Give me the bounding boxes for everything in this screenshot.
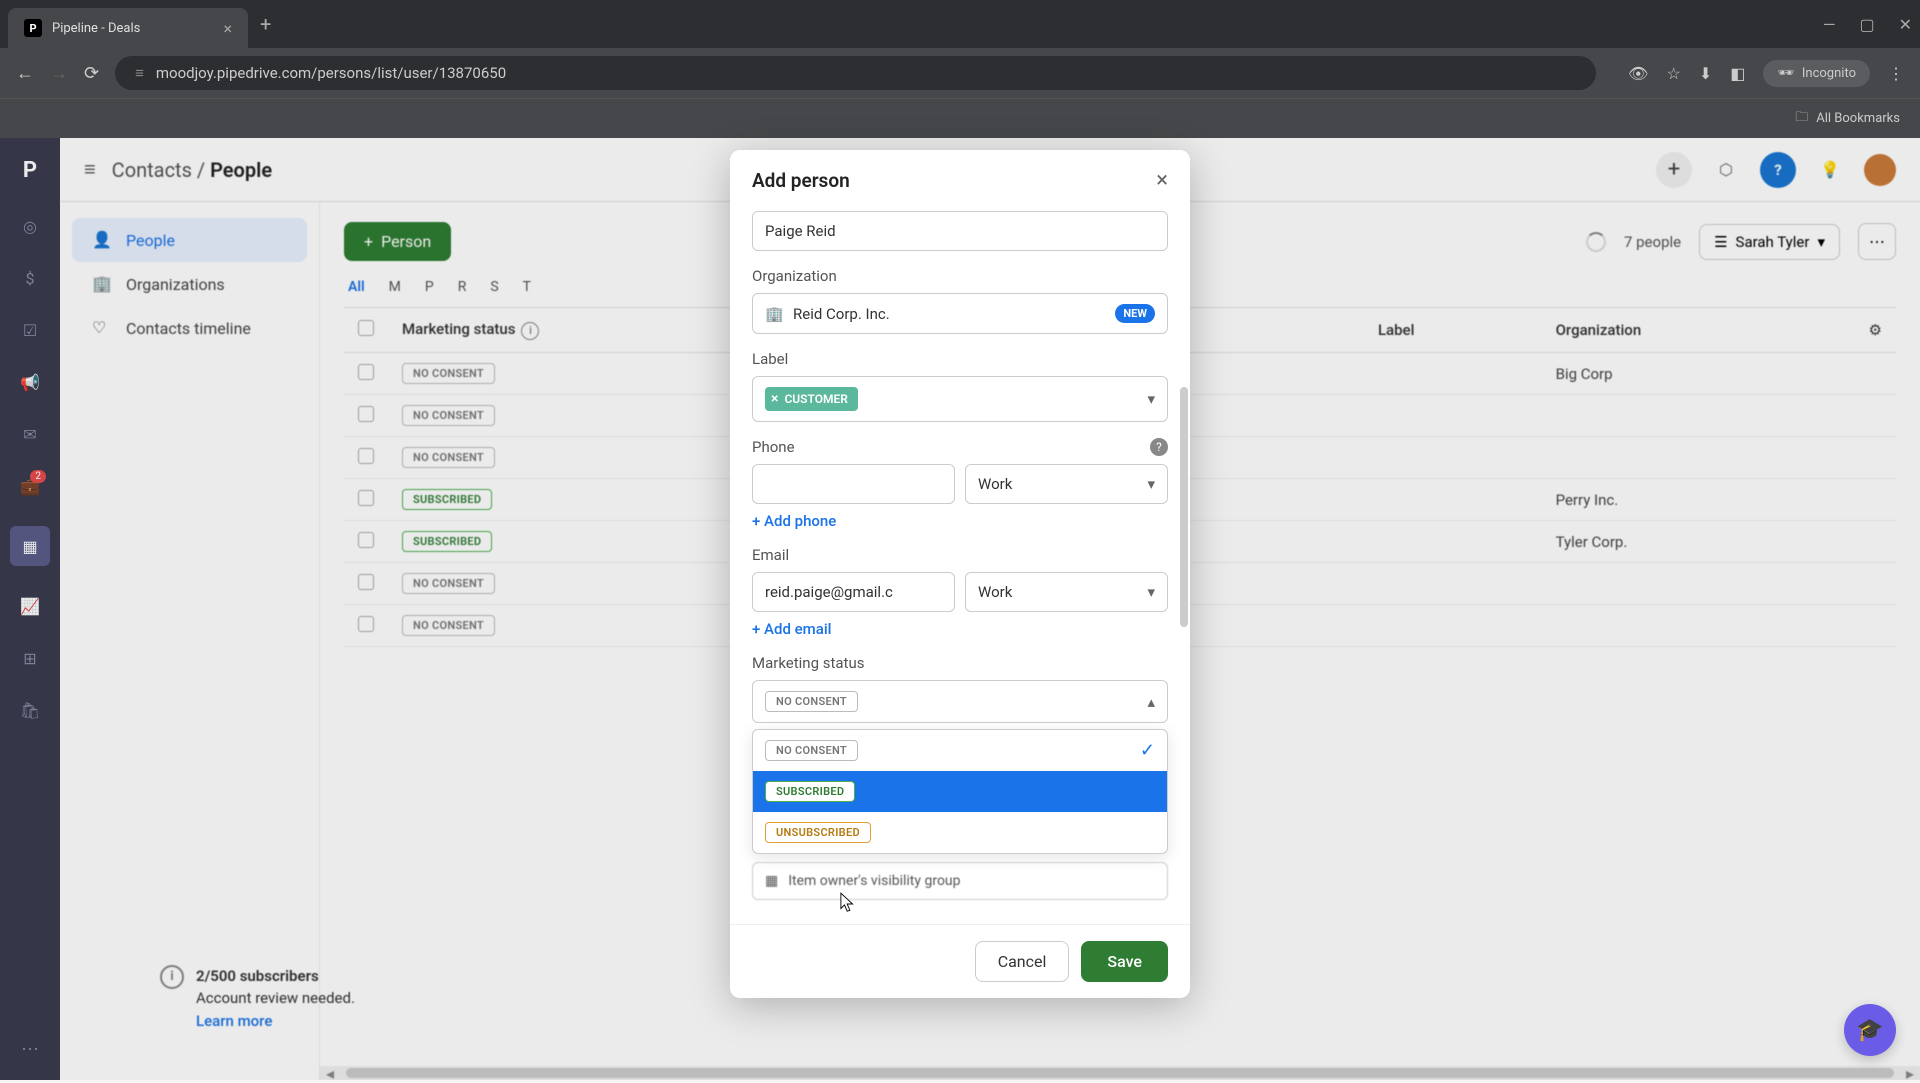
option-label: UNSUBSCRIBED	[765, 822, 871, 843]
marketing-label: Marketing status	[752, 654, 1168, 672]
tab-favicon: P	[24, 19, 42, 37]
customer-chip[interactable]: ×CUSTOMER	[765, 387, 858, 411]
add-email-link[interactable]: + Add email	[752, 620, 831, 638]
close-window-icon[interactable]: ✕	[1899, 15, 1912, 34]
reload-button[interactable]: ⟳	[84, 63, 99, 84]
chip-remove-icon[interactable]: ×	[771, 391, 778, 407]
label-select[interactable]: ×CUSTOMER ▾	[752, 376, 1168, 422]
marketing-selected-value: NO CONSENT	[765, 691, 858, 712]
tab-title: Pipeline - Deals	[52, 21, 213, 36]
phone-label: Phone	[752, 438, 795, 456]
email-type-select[interactable]: Work ▾	[965, 572, 1168, 612]
organization-input[interactable]: 🏢 Reid Corp. Inc. NEW	[752, 293, 1168, 334]
bookmarks-bar: 🗀 All Bookmarks	[0, 98, 1920, 138]
phone-type-select[interactable]: Work ▾	[965, 464, 1168, 504]
label-field-label: Label	[752, 350, 1168, 368]
window-controls: — ▢ ✕	[1823, 15, 1912, 34]
incognito-label: Incognito	[1802, 66, 1856, 81]
address-bar[interactable]: ≡ moodjoy.pipedrive.com/persons/list/use…	[115, 56, 1596, 90]
chevron-up-icon: ▴	[1147, 693, 1155, 711]
chevron-down-icon: ▾	[1147, 475, 1155, 493]
site-info-icon[interactable]: ≡	[135, 64, 144, 82]
new-badge: NEW	[1115, 304, 1155, 323]
minimize-icon[interactable]: —	[1823, 15, 1836, 34]
incognito-icon: 🕶	[1777, 66, 1794, 81]
sidepanel-icon[interactable]: ◧	[1730, 64, 1745, 83]
url-text: moodjoy.pipedrive.com/persons/list/user/…	[156, 64, 506, 82]
org-value: Reid Corp. Inc.	[793, 305, 890, 323]
chevron-down-icon: ▾	[1147, 583, 1155, 601]
browser-tab[interactable]: P Pipeline - Deals ×	[8, 8, 248, 48]
grid-icon: ▦	[765, 873, 778, 889]
phone-input[interactable]	[752, 464, 955, 504]
forward-button: →	[50, 63, 68, 84]
option-label: SUBSCRIBED	[765, 781, 855, 802]
visibility-group-select[interactable]: ▦ Item owner's visibility group	[752, 862, 1168, 900]
folder-icon: 🗀	[1795, 108, 1808, 130]
browser-tab-strip: P Pipeline - Deals × + — ▢ ✕	[0, 0, 1920, 48]
name-input[interactable]	[752, 211, 1168, 251]
tab-close-icon[interactable]: ×	[223, 19, 232, 38]
option-label: NO CONSENT	[765, 740, 858, 761]
chevron-down-icon: ▾	[1147, 390, 1155, 408]
option-no-consent[interactable]: NO CONSENT ✓	[753, 730, 1167, 771]
help-icon[interactable]: ?	[1150, 438, 1168, 456]
email-type-value: Work	[978, 583, 1012, 601]
all-bookmarks-link[interactable]: 🗀 All Bookmarks	[1795, 108, 1900, 130]
building-icon: 🏢	[765, 305, 783, 323]
email-label: Email	[752, 546, 1168, 564]
modal-title: Add person	[752, 169, 850, 192]
bookmarks-label: All Bookmarks	[1816, 111, 1900, 126]
marketing-status-select[interactable]: NO CONSENT ▴	[752, 680, 1168, 723]
org-label: Organization	[752, 267, 1168, 285]
new-tab-button[interactable]: +	[260, 12, 271, 36]
browser-menu-icon[interactable]: ⋮	[1888, 64, 1904, 83]
save-button[interactable]: Save	[1081, 941, 1168, 982]
maximize-icon[interactable]: ▢	[1859, 15, 1874, 34]
bookmark-star-icon[interactable]: ☆	[1666, 64, 1680, 83]
incognito-badge: 🕶 Incognito	[1763, 60, 1870, 87]
modal-scrollbar[interactable]	[1180, 387, 1188, 627]
add-phone-link[interactable]: + Add phone	[752, 512, 836, 530]
eye-off-icon[interactable]: 👁	[1628, 64, 1648, 83]
modal-close-icon[interactable]: ×	[1156, 168, 1168, 193]
email-input[interactable]	[752, 572, 955, 612]
marketing-status-dropdown: NO CONSENT ✓ SUBSCRIBED UNSUBSCRIBED	[752, 729, 1168, 854]
back-button[interactable]: ←	[16, 63, 34, 84]
check-icon: ✓	[1140, 740, 1155, 761]
browser-toolbar: ← → ⟳ ≡ moodjoy.pipedrive.com/persons/li…	[0, 48, 1920, 98]
phone-type-value: Work	[978, 475, 1012, 493]
option-subscribed[interactable]: SUBSCRIBED	[753, 771, 1167, 812]
help-fab[interactable]: 🎓	[1844, 1004, 1896, 1056]
visibility-label: Item owner's visibility group	[788, 873, 960, 889]
add-person-modal: Add person × Organization 🏢 Reid Corp. I…	[730, 150, 1190, 998]
cancel-button[interactable]: Cancel	[975, 941, 1070, 982]
download-icon[interactable]: ⬇	[1699, 64, 1712, 83]
option-unsubscribed[interactable]: UNSUBSCRIBED	[753, 812, 1167, 853]
